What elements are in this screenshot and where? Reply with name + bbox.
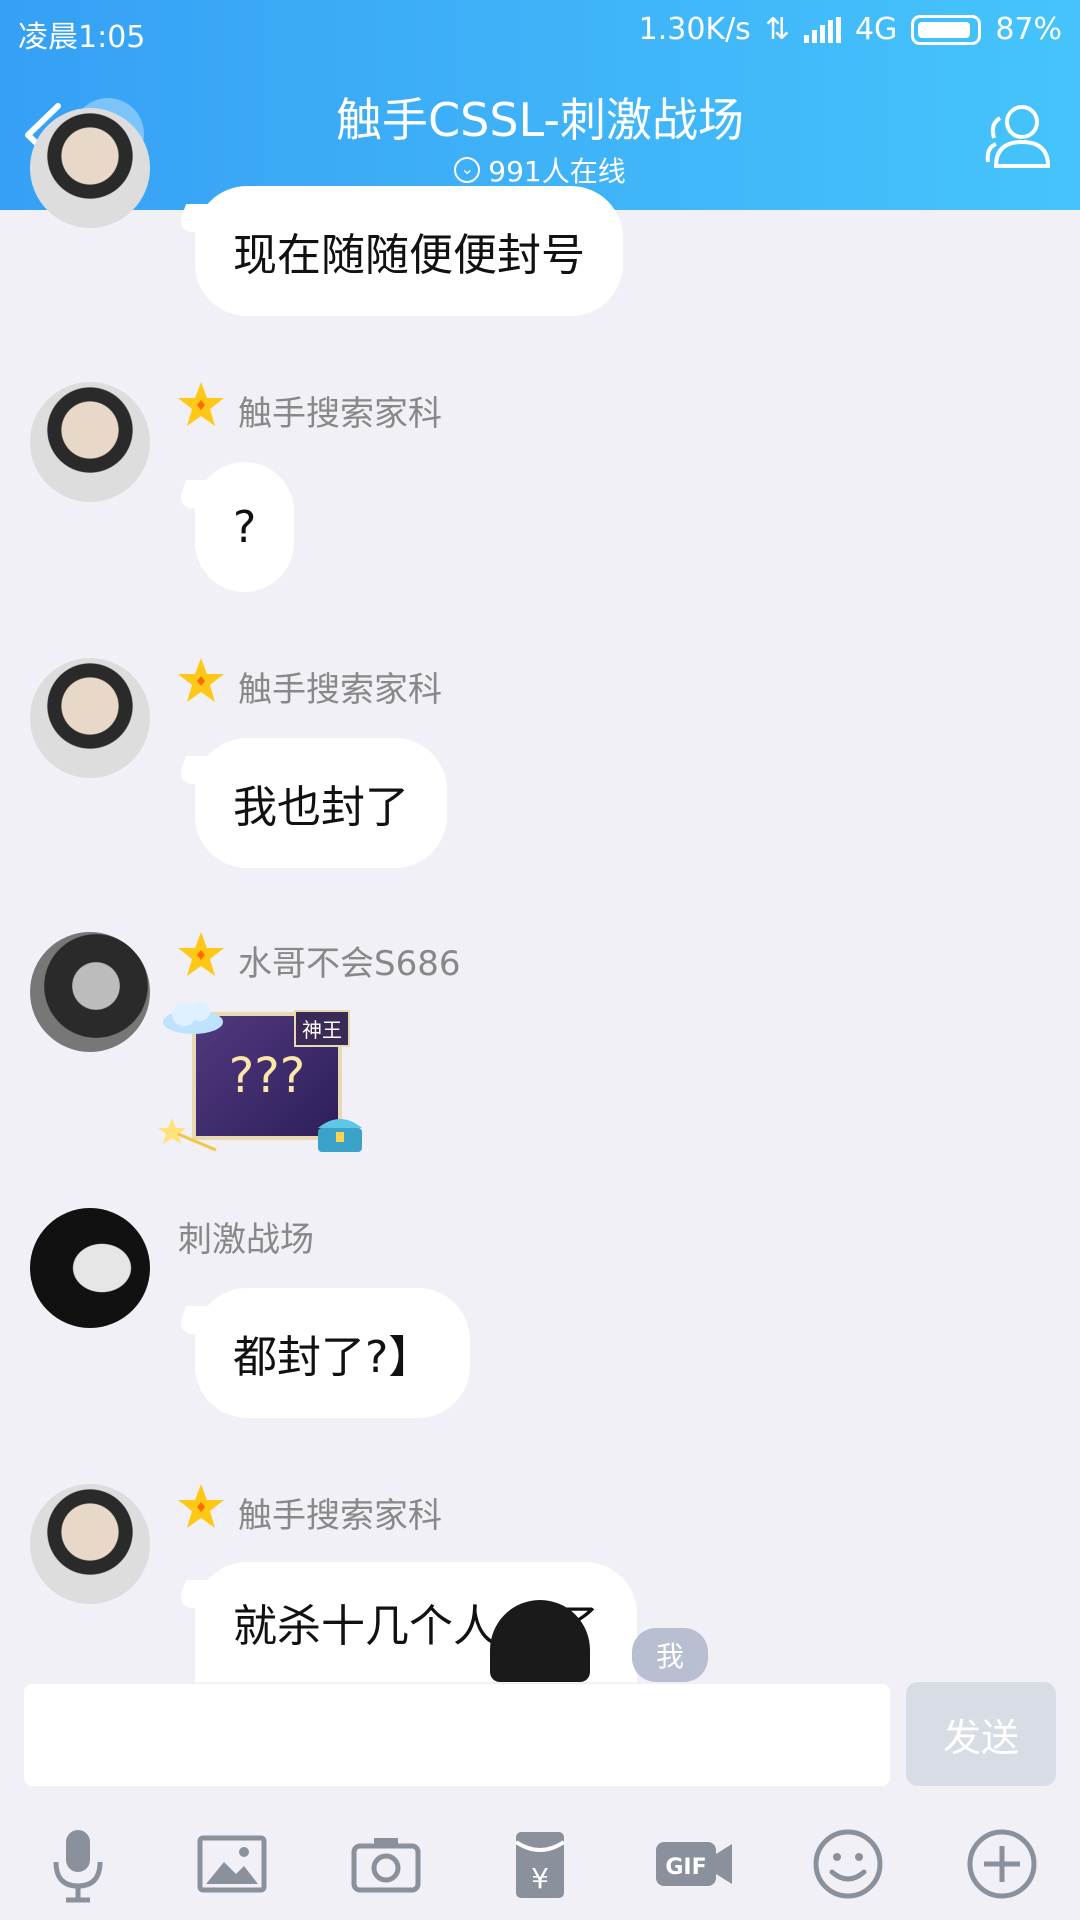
avatar[interactable] bbox=[30, 382, 150, 502]
message-text: 现在随随便便封号 bbox=[233, 230, 585, 281]
sender-name: 触手搜索家科 bbox=[238, 670, 442, 710]
avatar[interactable] bbox=[30, 1484, 150, 1604]
page-title: 触手CSSL-刺激战场 bbox=[336, 93, 744, 147]
signal-icon bbox=[803, 16, 841, 43]
sticker-text: ??? bbox=[228, 1048, 306, 1104]
avatar[interactable] bbox=[30, 108, 150, 228]
message-bubble[interactable]: 我也封了 bbox=[195, 738, 447, 868]
network-speed: 1.30K/s bbox=[638, 12, 751, 47]
emoji-icon[interactable] bbox=[808, 1824, 888, 1904]
star-badge-icon bbox=[178, 1484, 224, 1528]
mic-icon[interactable] bbox=[38, 1824, 118, 1904]
status-time: 凌晨1:05 bbox=[18, 20, 146, 55]
sender-name: 触手搜索家科 bbox=[238, 394, 442, 434]
message-bubble[interactable]: 现在随随便便封号 bbox=[195, 186, 623, 316]
chat-header: 凌晨1:05 1.30K/s ⇅ 4G 87% 5 触手CSSL-刺激战场 ⌄ … bbox=[0, 0, 1080, 210]
star-badge-icon bbox=[178, 658, 224, 702]
status-bar: 凌晨1:05 1.30K/s ⇅ 4G 87% bbox=[0, 0, 1080, 62]
status-right: 1.30K/s ⇅ 4G 87% bbox=[639, 12, 1062, 47]
message-bubble[interactable]: ? bbox=[195, 462, 295, 592]
network-type: 4G bbox=[854, 12, 898, 47]
group-members-icon[interactable] bbox=[978, 96, 1058, 176]
sender-name: 刺激战场 bbox=[178, 1220, 314, 1260]
star-badge-icon bbox=[178, 932, 224, 976]
sender-name: 水哥不会S686 bbox=[238, 944, 461, 984]
camera-icon[interactable] bbox=[346, 1824, 426, 1904]
avatar[interactable] bbox=[30, 1208, 150, 1328]
battery-level: 87% bbox=[995, 12, 1062, 47]
avatar[interactable] bbox=[30, 932, 150, 1052]
battery-icon bbox=[911, 14, 982, 45]
message-text: ? bbox=[233, 501, 257, 553]
red-packet-icon[interactable]: ¥ bbox=[500, 1824, 580, 1904]
online-count: ⌄ 991人在线 bbox=[0, 150, 1080, 190]
cloud-icon bbox=[163, 1001, 223, 1034]
me-badge[interactable]: 我 bbox=[632, 1628, 708, 1682]
input-bar: 发送 bbox=[0, 1682, 1080, 1806]
message-input[interactable] bbox=[24, 1684, 890, 1786]
sticker-tag: 神王 bbox=[294, 1010, 350, 1047]
sender-name: 触手搜索家科 bbox=[238, 1496, 442, 1536]
star-decoration-icon bbox=[158, 1118, 217, 1152]
image-icon[interactable] bbox=[192, 1824, 272, 1904]
data-arrows-icon: ⇅ bbox=[764, 12, 790, 47]
treasure-chest-icon bbox=[318, 1119, 362, 1152]
send-button[interactable]: 发送 bbox=[906, 1682, 1056, 1786]
online-status-icon: ⌄ bbox=[454, 157, 481, 183]
chat-toolbar: ¥ GIF bbox=[0, 1806, 1080, 1920]
avatar[interactable] bbox=[30, 658, 150, 778]
svg-text:¥: ¥ bbox=[531, 1862, 549, 1895]
message-bubble[interactable]: 都封了?】 bbox=[195, 1288, 471, 1418]
star-badge-icon bbox=[178, 382, 224, 426]
message-text: 都封了?】 bbox=[233, 1332, 433, 1383]
gif-icon[interactable]: GIF bbox=[654, 1824, 734, 1904]
plus-icon[interactable] bbox=[962, 1824, 1042, 1904]
online-count-label: 991人在线 bbox=[488, 155, 626, 188]
message-text: 我也封了 bbox=[233, 782, 409, 833]
svg-text:GIF: GIF bbox=[665, 1855, 706, 1880]
